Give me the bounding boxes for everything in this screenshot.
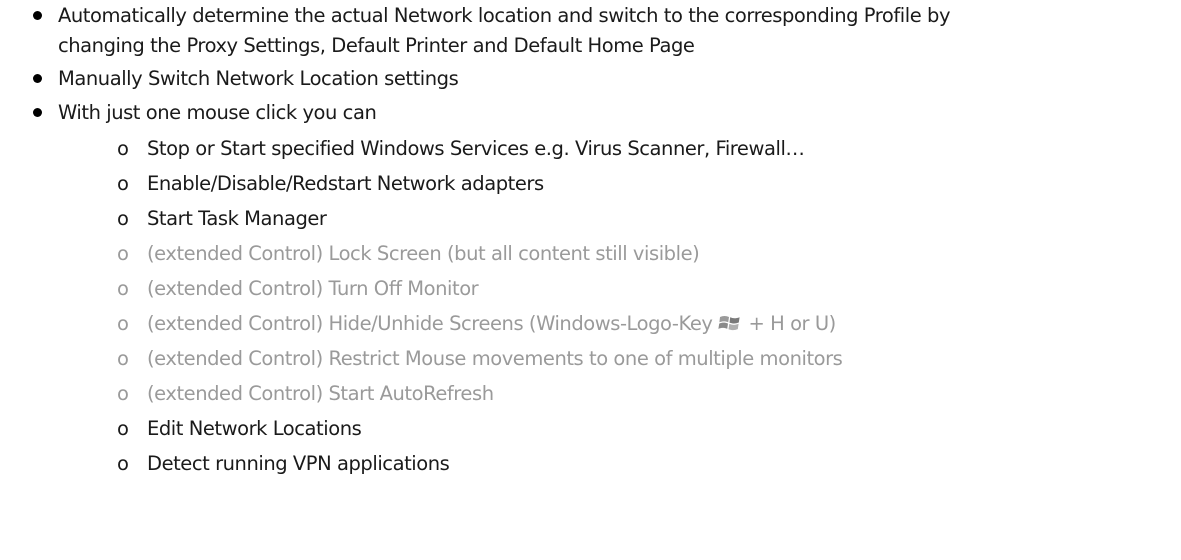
sub-list-marker: o: [117, 137, 129, 160]
sub-list-text: Edit Network Locations: [147, 417, 362, 440]
sub-list-marker: o: [117, 277, 129, 300]
sub-list-text: (extended Control) Turn Off Monitor: [147, 277, 479, 300]
sub-list-marker: o: [117, 312, 129, 335]
sub-list-text: (extended Control) Start AutoRefresh: [147, 382, 494, 405]
sub-list-text: Stop or Start specified Windows Services…: [147, 137, 805, 160]
sub-list-text: Detect running VPN applications: [147, 452, 450, 475]
sub-list-marker: o: [117, 347, 129, 370]
sub-list-marker: o: [117, 417, 129, 440]
sub-list-text: Enable/Disable/Redstart Network adapters: [147, 172, 544, 195]
bullet-marker: [33, 11, 42, 20]
sub-list-marker: o: [117, 382, 129, 405]
sub-list-text: (extended Control) Hide/Unhide Screens (…: [147, 309, 836, 338]
bullet-text: Automatically determine the actual Netwo…: [58, 4, 951, 27]
sub-list-text: Start Task Manager: [147, 207, 327, 230]
sub-list-marker: o: [117, 452, 129, 475]
sub-list-text-after: + H or U): [748, 312, 836, 335]
sub-list-marker: o: [117, 172, 129, 195]
sub-list-text: (extended Control) Lock Screen (but all …: [147, 242, 700, 265]
bullet-text: Manually Switch Network Location setting…: [58, 67, 459, 90]
bullet-marker: [33, 74, 42, 83]
sub-list-text: (extended Control) Restrict Mouse moveme…: [147, 347, 843, 370]
sub-list-text-before: (extended Control) Hide/Unhide Screens (…: [147, 312, 713, 335]
sub-list-marker: o: [117, 207, 129, 230]
bullet-marker: [33, 108, 42, 117]
bullet-text: With just one mouse click you can: [58, 101, 377, 124]
bullet-text-continuation: changing the Proxy Settings, Default Pri…: [58, 34, 695, 57]
sub-list-marker: o: [117, 242, 129, 265]
windows-logo-icon: [718, 315, 741, 331]
